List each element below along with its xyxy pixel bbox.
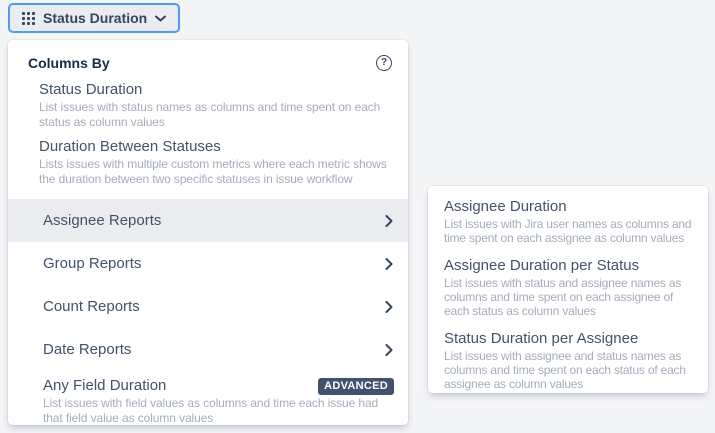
option-status-duration[interactable]: Status Duration List issues with status … — [8, 81, 408, 130]
option-content: Status Duration List issues with status … — [39, 81, 392, 130]
chevron-down-icon — [155, 15, 166, 22]
advanced-badge: ADVANCED — [318, 378, 394, 395]
submenu-item-assignee-duration-per-status[interactable]: Assignee Duration per Status List issues… — [444, 257, 692, 318]
radio-cell — [8, 81, 39, 130]
submenu-item-assignee-duration[interactable]: Assignee Duration List issues with Jira … — [444, 198, 692, 245]
submenu-item-description: List issues with Jira user names as colu… — [444, 217, 692, 245]
option-duration-between-statuses[interactable]: Duration Between Statuses Lists issues w… — [8, 138, 408, 187]
chevron-right-icon — [385, 215, 393, 227]
status-duration-dropdown-button[interactable]: Status Duration — [8, 3, 180, 33]
menu-item-assignee-reports[interactable]: Assignee Reports — [8, 199, 408, 242]
option-description: List issues with field values as columns… — [43, 396, 394, 426]
submenu-item-description: List issues with status and assignee nam… — [444, 276, 692, 318]
submenu-item-title: Assignee Duration per Status — [444, 257, 692, 275]
menu-item-group-reports[interactable]: Group Reports — [8, 242, 408, 285]
option-description: List issues with status names as columns… — [39, 100, 392, 130]
option-title: Duration Between Statuses — [39, 138, 392, 156]
menu-item-date-reports[interactable]: Date Reports — [8, 328, 408, 371]
any-field-title-row: Any Field Duration ADVANCED — [43, 377, 394, 395]
option-title: Status Duration — [39, 81, 392, 99]
option-description: Lists issues with multiple custom metric… — [39, 157, 392, 187]
menu-item-count-reports[interactable]: Count Reports — [8, 285, 408, 328]
submenu-item-status-duration-per-assignee[interactable]: Status Duration per Assignee List issues… — [444, 330, 692, 391]
dropdown-button-label: Status Duration — [43, 10, 147, 26]
option-content: Duration Between Statuses Lists issues w… — [39, 138, 392, 187]
menu-item-label: Assignee Reports — [43, 212, 161, 229]
radio-cell — [8, 138, 39, 187]
menu-item-label: Group Reports — [43, 255, 141, 272]
help-icon[interactable]: ? — [376, 55, 392, 71]
grid-icon — [22, 12, 35, 25]
chevron-right-icon — [385, 258, 393, 270]
assignee-reports-submenu-panel: Assignee Duration List issues with Jira … — [428, 186, 708, 393]
menu-item-label: Date Reports — [43, 341, 131, 358]
dropdown-header: Columns By ? — [8, 40, 408, 71]
option-title: Any Field Duration — [43, 377, 166, 395]
chevron-right-icon — [385, 344, 393, 356]
submenu-item-title: Status Duration per Assignee — [444, 330, 692, 348]
submenu-item-title: Assignee Duration — [444, 198, 692, 216]
menu-item-label: Count Reports — [43, 298, 140, 315]
columns-by-dropdown-panel: Columns By ? Status Duration List issues… — [8, 40, 408, 425]
chevron-right-icon — [385, 301, 393, 313]
submenu-item-description: List issues with assignee and status nam… — [444, 349, 692, 391]
category-list: Assignee Reports Group Reports Count Rep… — [8, 199, 408, 371]
dropdown-title: Columns By — [28, 55, 110, 71]
option-any-field-duration[interactable]: Any Field Duration ADVANCED List issues … — [8, 371, 408, 426]
